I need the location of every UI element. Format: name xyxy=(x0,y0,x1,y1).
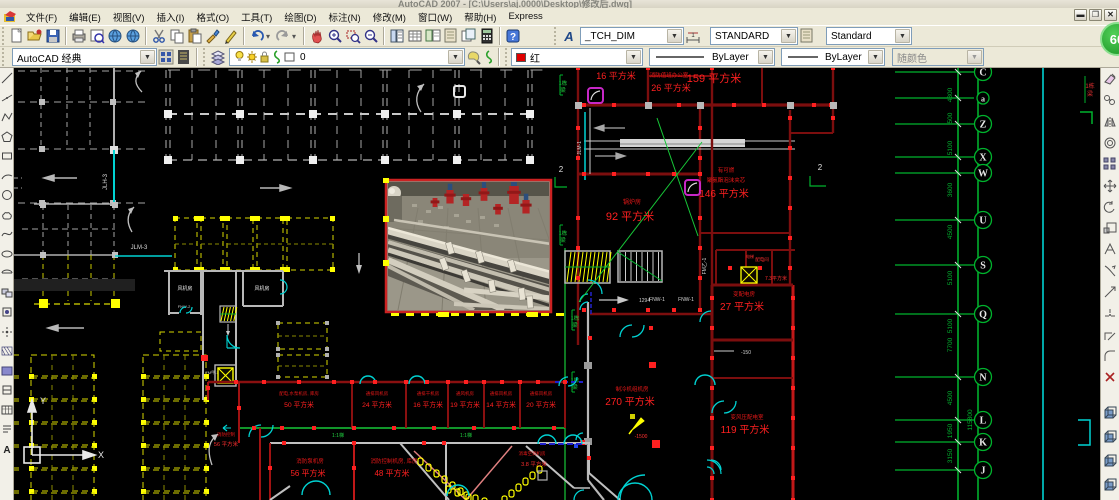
svg-text:JLH-3: JLH-3 xyxy=(103,173,109,190)
svg-text:A: A xyxy=(563,29,573,44)
svg-text:1:1梯: 1:1梯 xyxy=(460,432,472,439)
svg-text:消防值班办公室: 消防值班办公室 xyxy=(650,71,689,79)
svg-text:-150: -150 xyxy=(741,350,751,356)
svg-text:5100: 5100 xyxy=(947,140,954,155)
svg-text:S: S xyxy=(980,261,986,272)
svg-text:X: X xyxy=(979,153,987,164)
svg-text:K: K xyxy=(979,438,987,449)
svg-text:14 平方米: 14 平方米 xyxy=(486,400,516,409)
svg-text:56 平方米: 56 平方米 xyxy=(214,440,239,448)
svg-text:1:1梯: 1:1梯 xyxy=(332,432,344,439)
svg-text:16 平方米: 16 平方米 xyxy=(596,70,636,81)
svg-text:FNW-2: FNW-2 xyxy=(178,304,191,309)
svg-text:消防泵机房: 消防泵机房 xyxy=(296,457,324,465)
svg-text:92 平方米: 92 平方米 xyxy=(606,209,654,223)
svg-text:梁: 梁 xyxy=(572,321,578,329)
svg-text:270 平方米: 270 平方米 xyxy=(605,395,654,408)
svg-text:FNW-1: FNW-1 xyxy=(649,297,665,303)
svg-text:Z: Z xyxy=(980,120,987,131)
svg-text:1栋: 1栋 xyxy=(1085,82,1094,90)
svg-text:W: W xyxy=(978,169,988,180)
svg-text:146 平方米: 146 平方米 xyxy=(699,187,748,200)
svg-text:JLM-3: JLM-3 xyxy=(131,245,148,251)
svg-text:J: J xyxy=(981,466,986,477)
svg-text:159 平方米: 159 平方米 xyxy=(687,71,741,85)
svg-text:消防控制: 消防控制 xyxy=(217,431,235,438)
svg-text:5100: 5100 xyxy=(947,318,954,333)
svg-text:消毒空调机房: 消毒空调机房 xyxy=(519,450,546,457)
svg-text:配电,水泵机房, 库房: 配电,水泵机房, 库房 xyxy=(279,390,319,397)
svg-text:19 平方米: 19 平方米 xyxy=(450,400,480,409)
svg-text:16 平方米: 16 平方米 xyxy=(413,400,443,409)
svg-text:Q: Q xyxy=(979,310,987,321)
svg-text:JLM-1: JLM-1 xyxy=(577,141,583,155)
svg-text:4500: 4500 xyxy=(947,390,954,405)
svg-text:通排风机房: 通排风机房 xyxy=(490,390,513,397)
svg-text:?: ? xyxy=(510,32,516,43)
svg-text:变配电房: 变配电房 xyxy=(733,290,756,298)
svg-text:制冷机组机房: 制冷机组机房 xyxy=(615,385,649,393)
svg-text:A: A xyxy=(3,445,10,455)
svg-text:消防控制机房, 库房: 消防控制机房, 库房 xyxy=(370,457,418,465)
svg-text:3150: 3150 xyxy=(947,448,954,463)
svg-text:聚氨酯泡沫夹芯: 聚氨酯泡沫夹芯 xyxy=(707,176,746,184)
svg-text:Y: Y xyxy=(40,396,46,406)
svg-text:24 平方米: 24 平方米 xyxy=(362,400,392,409)
svg-text:通排风机房: 通排风机房 xyxy=(530,390,553,397)
svg-text:电梯: 电梯 xyxy=(746,253,754,259)
svg-text:通排干机房: 通排干机房 xyxy=(417,390,440,397)
svg-text:4300: 4300 xyxy=(947,87,954,102)
svg-text:有可燃: 有可燃 xyxy=(718,166,735,174)
svg-text:56 平方米: 56 平方米 xyxy=(290,468,325,478)
svg-text:变风压配电室: 变风压配电室 xyxy=(730,413,764,421)
svg-text:48 平方米: 48 平方米 xyxy=(374,468,409,478)
svg-text:7700: 7700 xyxy=(947,337,954,352)
svg-text:1: 1 xyxy=(691,33,695,39)
svg-text:C: C xyxy=(979,68,986,79)
svg-text:2: 2 xyxy=(559,165,564,174)
svg-text:1950: 1950 xyxy=(947,423,954,438)
svg-text:风机房: 风机房 xyxy=(254,285,269,292)
svg-text:U: U xyxy=(979,216,986,227)
svg-text:20 平方米: 20 平方米 xyxy=(526,400,556,409)
svg-text:梁: 梁 xyxy=(560,86,566,94)
svg-text:115800: 115800 xyxy=(967,409,974,431)
svg-text:1294: 1294 xyxy=(639,298,650,304)
svg-text:500: 500 xyxy=(947,112,954,123)
svg-text:梁: 梁 xyxy=(560,236,566,244)
svg-text:50 平方米: 50 平方米 xyxy=(284,400,314,409)
svg-text:锅炉房: 锅炉房 xyxy=(623,198,641,206)
svg-text:L: L xyxy=(980,416,987,427)
svg-text:4500: 4500 xyxy=(947,224,954,239)
svg-text:风机房: 风机房 xyxy=(177,285,192,292)
svg-text:通风机房: 通风机房 xyxy=(456,390,474,397)
svg-text:119 平方米: 119 平方米 xyxy=(721,423,770,436)
svg-text:X: X xyxy=(98,450,104,460)
svg-text:梁: 梁 xyxy=(1087,90,1093,98)
svg-text:通排风机房: 通排风机房 xyxy=(366,390,389,397)
svg-text:配电间: 配电间 xyxy=(755,256,769,263)
svg-text:2: 2 xyxy=(818,163,823,172)
svg-text:-1500: -1500 xyxy=(635,434,648,440)
svg-text:27 平方米: 27 平方米 xyxy=(720,300,764,313)
svg-text:FNW-1: FNW-1 xyxy=(678,297,694,303)
svg-text:FM乙-1: FM乙-1 xyxy=(701,257,708,274)
svg-text:N: N xyxy=(979,373,987,384)
svg-text:7.3平方米: 7.3平方米 xyxy=(765,275,787,282)
svg-text:a: a xyxy=(981,95,985,104)
svg-text:3.8 平方米: 3.8 平方米 xyxy=(521,460,547,468)
svg-text:5100: 5100 xyxy=(947,270,954,285)
svg-text:3600: 3600 xyxy=(947,182,954,197)
svg-text:26 平方米: 26 平方米 xyxy=(651,82,691,93)
